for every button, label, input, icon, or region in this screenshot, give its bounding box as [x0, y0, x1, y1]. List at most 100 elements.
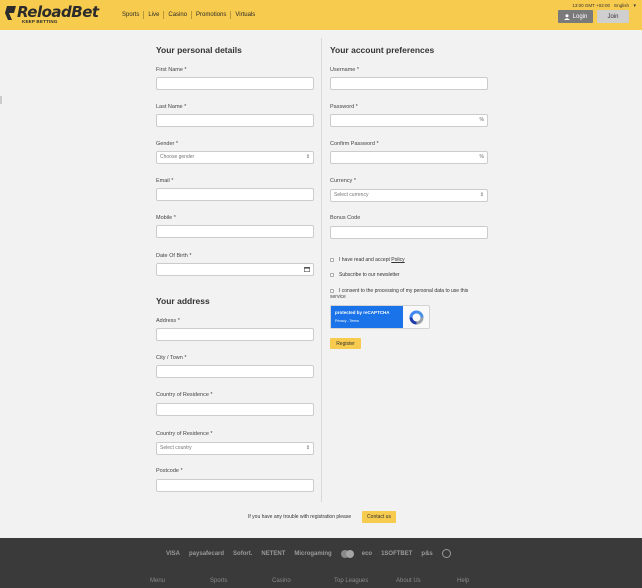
- consent-text-2: service: [330, 294, 346, 300]
- user-icon: [563, 13, 570, 20]
- 1softbet-logo: 1SOFTBET: [381, 550, 413, 557]
- policy-link[interactable]: Policy: [391, 257, 404, 263]
- password-label: Password *: [330, 104, 358, 110]
- main-nav: Sports Live Casino Promotions Virtuals: [120, 0, 259, 30]
- bonus-code-input[interactable]: [330, 226, 488, 239]
- newsletter-checkbox[interactable]: [330, 272, 334, 277]
- mobile-label: Mobile *: [156, 215, 176, 221]
- username-label: Username *: [330, 67, 360, 73]
- accept-policy-text: I have read and accept: [339, 257, 390, 263]
- gender-label: Gender *: [156, 141, 179, 147]
- mobile-input[interactable]: [156, 225, 314, 238]
- select-arrows-icon: ⇕: [305, 445, 310, 451]
- recaptcha-icon: [409, 310, 424, 325]
- top-header: ReloadBet KEEP BETTING Sports Live Casin…: [0, 0, 642, 30]
- username-input[interactable]: [330, 77, 488, 90]
- top-info: 13:00 GMT +02:00 English: [569, 3, 629, 8]
- login-label: Login: [572, 13, 588, 20]
- first-name-label: First Name *: [156, 67, 187, 73]
- payment-logos: VISA paysafecard Sofort. NETENT Microgam…: [166, 549, 460, 558]
- nav-virtuals[interactable]: Virtuals: [230, 11, 259, 19]
- register-button[interactable]: Register: [330, 338, 361, 349]
- newsletter-text: Subscribe to our newsletter: [339, 272, 400, 278]
- first-name-input[interactable]: [156, 77, 314, 90]
- consent-checkbox[interactable]: [330, 288, 334, 293]
- column-divider: [321, 38, 322, 502]
- join-button[interactable]: Join: [597, 10, 629, 23]
- nav-live[interactable]: Live: [143, 11, 163, 19]
- language-selector[interactable]: English: [614, 3, 629, 8]
- mastercard-icon: [340, 549, 354, 558]
- footer-nav: Menu Sports Casino Top Leagues About Us …: [0, 578, 642, 588]
- sofort-logo: Sofort.: [233, 550, 253, 557]
- footer-link-top-leagues[interactable]: Top Leagues: [334, 578, 368, 584]
- city-label: City / Town *: [156, 355, 187, 361]
- recaptcha-title: protected by reCAPTCHA: [335, 310, 390, 315]
- country-select[interactable]: Select country ⇕: [156, 442, 314, 455]
- footer-link-sports[interactable]: Sports: [210, 578, 227, 584]
- consent-row: I consent to the processing of my person…: [330, 288, 468, 294]
- account-preferences-title: Your account preferences: [330, 45, 435, 55]
- logo-mark-icon: [5, 6, 16, 20]
- bonus-code-label: Bonus Code: [330, 215, 361, 221]
- footer-link-menu[interactable]: Menu: [150, 578, 165, 584]
- recaptcha-links[interactable]: Privacy - Terms: [335, 319, 359, 323]
- country-residence-label: Country of Residence *: [156, 392, 213, 398]
- confirm-password-label: Confirm Password *: [330, 141, 379, 147]
- email-input[interactable]: [156, 188, 314, 201]
- recaptcha-badge[interactable]: protected by reCAPTCHA Privacy - Terms: [330, 305, 430, 329]
- city-input[interactable]: [156, 365, 314, 378]
- address-title: Your address: [156, 296, 210, 306]
- nav-promotions[interactable]: Promotions: [191, 11, 230, 19]
- address-label: Address *: [156, 318, 180, 324]
- trouble-text: If you have any trouble with registratio…: [248, 514, 352, 520]
- ecopayz-logo: eco: [361, 550, 373, 557]
- password-toggle-icon[interactable]: %: [480, 115, 484, 126]
- last-name-label: Last Name *: [156, 104, 187, 110]
- confirm-password-input[interactable]: %: [330, 151, 488, 164]
- email-label: Email *: [156, 178, 174, 184]
- country-residence-select-label: Country of Residence *: [156, 431, 213, 437]
- brand-tagline: KEEP BETTING: [22, 19, 58, 24]
- brand-logo[interactable]: ReloadBet KEEP BETTING: [3, 3, 99, 26]
- accept-policy-row: I have read and accept Policy: [330, 257, 405, 263]
- ps-logo: p&s: [421, 550, 433, 557]
- microgaming-logo: Microgaming: [294, 550, 332, 557]
- contact-us-label: Contact us: [367, 514, 391, 520]
- currency-label: Currency *: [330, 178, 356, 184]
- provider-circle-icon: [441, 549, 451, 558]
- register-label: Register: [336, 340, 355, 347]
- nav-casino[interactable]: Casino: [163, 11, 191, 19]
- footer-link-help[interactable]: Help: [457, 578, 469, 584]
- postcode-label: Postcode *: [156, 468, 183, 474]
- login-button[interactable]: Login: [558, 10, 593, 23]
- select-arrows-icon: ⇕: [305, 154, 310, 160]
- consent-text-1: I consent to the processing of my person…: [339, 288, 469, 294]
- contact-us-button[interactable]: Contact us: [362, 511, 396, 523]
- last-name-input[interactable]: [156, 114, 314, 127]
- currency-value: Select currency: [334, 192, 369, 198]
- dob-label: Date Of Birth *: [156, 253, 192, 259]
- recaptcha-panel: protected by reCAPTCHA Privacy - Terms: [331, 306, 403, 328]
- select-arrows-icon: ⇕: [479, 192, 484, 198]
- dob-input[interactable]: [156, 263, 314, 276]
- postcode-input[interactable]: [156, 479, 314, 492]
- gender-value: Choose gender: [160, 154, 195, 160]
- visa-logo: VISA: [166, 550, 181, 557]
- footer-link-casino[interactable]: Casino: [272, 578, 291, 584]
- password-input[interactable]: %: [330, 114, 488, 127]
- country-residence-input[interactable]: [156, 403, 314, 416]
- nav-sports[interactable]: Sports: [120, 11, 143, 19]
- paysafecard-logo: paysafecard: [189, 550, 225, 557]
- newsletter-row: Subscribe to our newsletter: [330, 272, 400, 278]
- confirm-password-toggle-icon[interactable]: %: [480, 152, 484, 163]
- accept-policy-checkbox[interactable]: [330, 257, 334, 262]
- calendar-icon[interactable]: [304, 267, 310, 272]
- personal-details-title: Your personal details: [156, 45, 242, 55]
- address-input[interactable]: [156, 328, 314, 341]
- gender-select[interactable]: Choose gender ⇕: [156, 151, 314, 164]
- currency-select[interactable]: Select currency ⇕: [330, 189, 488, 202]
- footer-link-about-us[interactable]: About Us: [396, 578, 421, 584]
- chevron-down-icon[interactable]: ▾: [633, 3, 636, 9]
- side-tab[interactable]: [0, 96, 2, 104]
